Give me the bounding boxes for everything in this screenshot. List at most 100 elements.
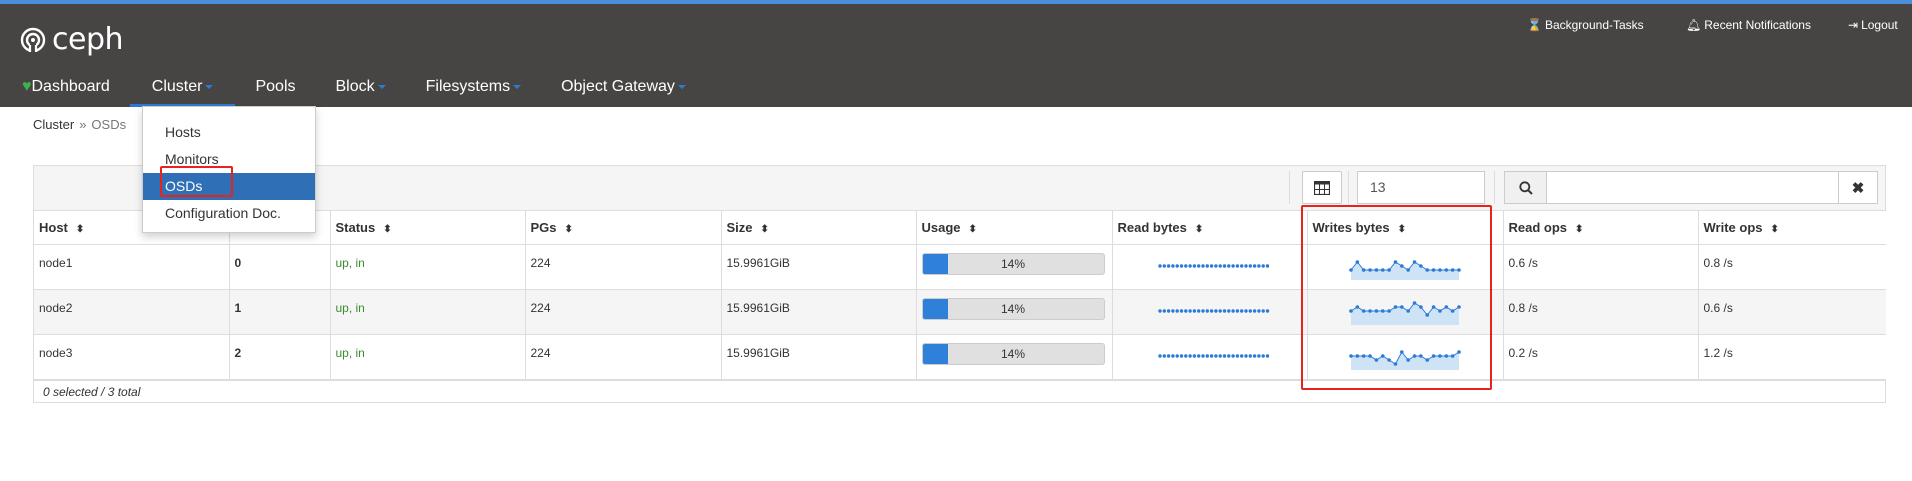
sparkline-point — [1157, 263, 1162, 268]
page-limit-input[interactable]: 13 — [1357, 171, 1485, 204]
menu-filesystems[interactable]: Filesystems — [406, 78, 541, 107]
dropdown-item-hosts[interactable]: Hosts — [143, 119, 315, 146]
sparkline-point — [1239, 308, 1243, 313]
cell-read-bytes — [1112, 334, 1308, 380]
sparkline-point — [1355, 353, 1359, 358]
search-icon — [1518, 180, 1533, 195]
sparkline-point — [1437, 267, 1442, 272]
sparkline-point — [1226, 308, 1230, 313]
sparkline-point — [1405, 357, 1410, 362]
toolbar-divider — [1289, 171, 1290, 204]
table-row[interactable]: node2 1 up, in 224 15.9961GiB 14% 0.8 /s 0.6 /s — [34, 289, 1886, 335]
usage-progress-bar: 14% — [921, 297, 1105, 320]
navbar: ceph ⌛ Background-Tasks 🔔︎ Recent Notifi… — [0, 4, 1912, 107]
sparkline-point — [1170, 263, 1175, 268]
cell-id: 0 — [229, 244, 331, 290]
menu-dashboard[interactable]: ♥Dashboard — [0, 78, 130, 107]
sort-icon: ⬍ — [968, 223, 977, 235]
sparkline-point — [1179, 308, 1183, 313]
sparkline-point — [1200, 308, 1205, 313]
sparkline-point — [1192, 353, 1196, 358]
sparkline-point — [1170, 308, 1175, 313]
chevron-down-icon — [377, 84, 386, 89]
sparkline-point — [1456, 267, 1461, 272]
sparkline-point — [1183, 263, 1187, 268]
sparkline-point — [1399, 263, 1404, 268]
sparkline-point — [1256, 263, 1261, 268]
dropdown-item-configuration-doc[interactable]: Configuration Doc. — [143, 200, 315, 227]
sparkline-point — [1166, 263, 1170, 268]
sparkline-point — [1166, 353, 1170, 358]
sparkline-point — [1437, 353, 1442, 358]
sparkline-point — [1222, 308, 1226, 313]
writes-bytes-sparkline — [1348, 300, 1461, 325]
column-header-status[interactable]: Status ⬍ — [330, 211, 526, 245]
cell-writes-bytes — [1307, 244, 1504, 290]
column-header-read-bytes[interactable]: Read bytes ⬍ — [1112, 211, 1308, 245]
background-tasks-link[interactable]: ⌛ Background-Tasks — [1527, 18, 1644, 32]
menu-pools[interactable]: Pools — [235, 78, 315, 107]
sparkline-point — [1424, 312, 1429, 317]
breadcrumb: Cluster » OSDs — [33, 117, 126, 132]
cell-read-bytes — [1112, 244, 1308, 290]
sparkline-point — [1367, 267, 1372, 272]
clear-search-button[interactable]: ✖ — [1838, 171, 1878, 204]
dropdown-item-monitors[interactable]: Monitors — [143, 146, 315, 173]
recent-notifications-link[interactable]: 🔔︎ Recent Notifications — [1686, 18, 1811, 32]
sparkline-point — [1367, 353, 1372, 358]
column-header-write-ops[interactable]: Write ops ⬍ — [1698, 211, 1886, 245]
sparkline-point — [1418, 263, 1423, 268]
cell-size: 15.9961GiB — [721, 334, 917, 380]
read-bytes-sparkline — [1157, 308, 1269, 313]
breadcrumb-cluster[interactable]: Cluster — [33, 117, 74, 132]
column-toggle-button[interactable] — [1302, 171, 1342, 204]
search-input[interactable] — [1546, 171, 1839, 204]
dropdown-item-osds[interactable]: OSDs — [143, 173, 315, 200]
usage-progress-text: 14% — [1000, 256, 1026, 271]
sparkline-area — [1350, 351, 1459, 370]
sparkline-point — [1179, 263, 1183, 268]
menu-pools-label: Pools — [255, 78, 296, 95]
ceph-logo[interactable]: ceph — [20, 22, 124, 57]
sparkline-point — [1374, 308, 1378, 313]
column-header-writes-bytes[interactable]: Writes bytes ⬍ — [1307, 211, 1504, 245]
cell-host: node3 — [34, 334, 230, 380]
column-status-label: Status — [335, 219, 376, 235]
cluster-dropdown-menu: Hosts Monitors OSDs Configuration Doc. — [142, 106, 316, 233]
menu-block[interactable]: Block — [316, 78, 406, 107]
sort-icon: ⬍ — [1575, 223, 1584, 235]
menu-cluster[interactable]: Cluster — [129, 78, 236, 107]
sparkline-point — [1450, 308, 1454, 313]
cell-read-ops: 0.6 /s — [1503, 244, 1699, 290]
sparkline-point — [1183, 308, 1187, 313]
sparkline-point — [1209, 308, 1213, 313]
logout-link[interactable]: ⇥ Logout — [1848, 18, 1898, 32]
osd-table: Host⬍ ID⇅ Status⬍ PGs⬍ Size⬍ Usage⬍ Read… — [34, 211, 1886, 380]
sparkline-point — [1166, 308, 1170, 313]
sparkline-point — [1187, 263, 1192, 268]
column-header-read-ops[interactable]: Read ops ⬍ — [1503, 211, 1699, 245]
sparkline-point — [1424, 357, 1429, 362]
menu-filesystems-label: Filesystems — [425, 78, 511, 95]
sparkline-point — [1412, 259, 1416, 264]
sparkline-point — [1187, 353, 1192, 358]
cell-read-bytes — [1112, 289, 1308, 335]
table-row[interactable]: node3 2 up, in 224 15.9961GiB 14% 0.2 /s 1.2 /s — [34, 334, 1886, 380]
column-header-usage[interactable]: Usage ⬍ — [916, 211, 1113, 245]
toolbar-divider — [1494, 171, 1495, 204]
sparkline-point — [1226, 263, 1230, 268]
breadcrumb-current: OSDs — [91, 117, 127, 132]
cell-pgs: 224 — [525, 334, 722, 380]
logout-label: Logout — [1861, 18, 1898, 32]
sparkline-point — [1348, 308, 1353, 313]
sort-icon: ⬍ — [75, 223, 85, 235]
sparkline-point — [1248, 308, 1252, 313]
sparkline-point — [1456, 349, 1461, 354]
menu-object-gateway[interactable]: Object Gateway — [541, 78, 706, 107]
table-row[interactable]: node1 0 up, in 224 15.9961GiB 14% 0.6 /s 0.8 /s — [34, 244, 1886, 290]
sparkline-point — [1361, 353, 1366, 358]
column-header-size[interactable]: Size ⬍ — [721, 211, 917, 245]
sparkline-point — [1170, 353, 1175, 358]
sparkline-point — [1218, 263, 1222, 268]
column-header-pgs[interactable]: PGs ⬍ — [525, 211, 722, 245]
